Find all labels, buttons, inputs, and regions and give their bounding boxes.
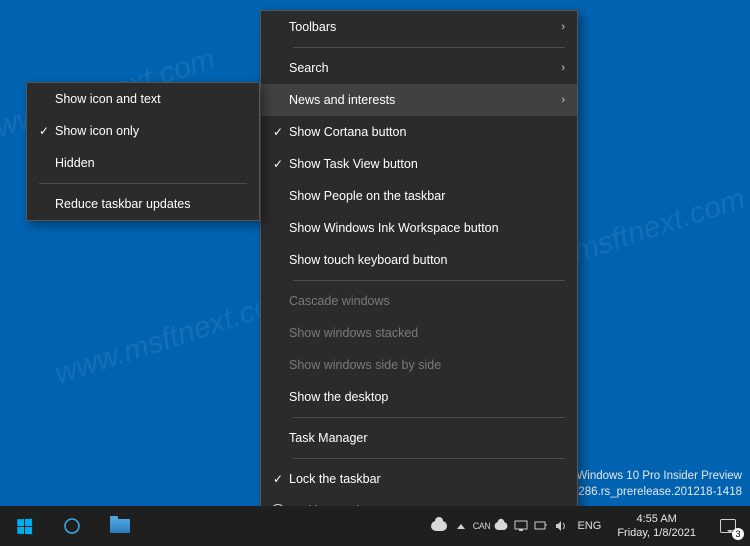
taskbar-menu-item-show-windows-ink-workspace-button[interactable]: Show Windows Ink Workspace button [261, 212, 577, 244]
taskbar-menu-separator [293, 458, 565, 459]
cortana-button[interactable] [48, 506, 96, 546]
taskbar-menu-item-show-the-desktop[interactable]: Show the desktop [261, 381, 577, 413]
taskbar-menu-item-task-manager[interactable]: Task Manager [261, 422, 577, 454]
volume-icon[interactable] [551, 506, 571, 546]
taskbar-menu-separator [293, 280, 565, 281]
menu-item-label: Show windows stacked [289, 326, 565, 340]
weather-widget-icon[interactable] [427, 506, 451, 546]
taskbar-menu-item-lock-the-taskbar[interactable]: ✓Lock the taskbar [261, 463, 577, 495]
menu-item-label: News and interests [289, 93, 551, 107]
taskbar-context-menu: Toolbars›Search›News and interests›✓Show… [260, 10, 578, 528]
taskbar-menu-item-show-windows-side-by-side: Show windows side by side [261, 349, 577, 381]
menu-item-label: Show Windows Ink Workspace button [289, 221, 565, 235]
taskbar-menu-item-show-people-on-the-taskbar[interactable]: Show People on the taskbar [261, 180, 577, 212]
menu-item-label: Task Manager [289, 431, 565, 445]
vm-tools-icon[interactable] [511, 506, 531, 546]
menu-item-label: Show windows side by side [289, 358, 565, 372]
taskbar-menu-item-show-windows-stacked: Show windows stacked [261, 317, 577, 349]
taskbar-menu-item-show-task-view-button[interactable]: ✓Show Task View button [261, 148, 577, 180]
news-submenu-item-show-icon-only[interactable]: ✓Show icon only [27, 115, 259, 147]
tray-overflow-button[interactable] [451, 506, 471, 546]
news-submenu-item-show-icon-and-text[interactable]: Show icon and text [27, 83, 259, 115]
menu-item-label: Show the desktop [289, 390, 565, 404]
news-submenu-item-hidden[interactable]: Hidden [27, 147, 259, 179]
taskbar-menu-item-cascade-windows: Cascade windows [261, 285, 577, 317]
menu-item-label: Reduce taskbar updates [55, 197, 247, 211]
keyboard-layout-icon[interactable]: CAN [471, 506, 491, 546]
taskbar-menu-separator [293, 47, 565, 48]
input-language-indicator[interactable]: ENG [571, 520, 607, 532]
chevron-right-icon: › [551, 94, 565, 106]
chevron-right-icon: › [551, 62, 565, 74]
action-center-button[interactable]: 3 [706, 506, 750, 546]
onedrive-icon[interactable] [491, 506, 511, 546]
menu-item-label: Show icon only [55, 124, 247, 138]
menu-item-label: Show icon and text [55, 92, 247, 106]
file-explorer-button[interactable] [96, 506, 144, 546]
menu-item-label: Show Task View button [289, 157, 565, 171]
notification-badge: 3 [732, 528, 744, 540]
clock-time: 4:55 AM [617, 512, 696, 526]
news-submenu-separator [39, 183, 247, 184]
system-tray: CAN ENG 4:55 AM Friday, 1/8/2021 3 [427, 506, 750, 546]
check-icon: ✓ [33, 124, 55, 138]
check-icon: ✓ [267, 157, 289, 171]
taskbar-menu-item-toolbars[interactable]: Toolbars› [261, 11, 577, 43]
taskbar-menu-item-show-touch-keyboard-button[interactable]: Show touch keyboard button [261, 244, 577, 276]
menu-item-label: Search [289, 61, 551, 75]
taskbar-menu-item-search[interactable]: Search› [261, 52, 577, 84]
chevron-up-icon [457, 524, 465, 529]
menu-item-label: Show touch keyboard button [289, 253, 565, 267]
news-submenu-item-reduce-taskbar-updates[interactable]: Reduce taskbar updates [27, 188, 259, 220]
taskbar-menu-item-show-cortana-button[interactable]: ✓Show Cortana button [261, 116, 577, 148]
chevron-right-icon: › [551, 21, 565, 33]
menu-item-label: Toolbars [289, 20, 551, 34]
taskbar-menu-item-news-and-interests[interactable]: News and interests› [261, 84, 577, 116]
check-icon: ✓ [267, 472, 289, 486]
start-button[interactable] [0, 506, 48, 546]
menu-item-label: Hidden [55, 156, 247, 170]
news-interests-submenu: Show icon and text ✓Show icon only Hidden R… [26, 82, 260, 221]
menu-item-label: Show Cortana button [289, 125, 565, 139]
windows-logo-icon [17, 518, 32, 533]
menu-item-label: Show People on the taskbar [289, 189, 565, 203]
taskbar: CAN ENG 4:55 AM Friday, 1/8/2021 3 [0, 506, 750, 546]
menu-item-label: Cascade windows [289, 294, 565, 308]
network-icon[interactable] [531, 506, 551, 546]
file-explorer-icon [110, 519, 130, 533]
taskbar-menu-separator [293, 417, 565, 418]
clock-date: Friday, 1/8/2021 [617, 526, 696, 540]
taskbar-clock[interactable]: 4:55 AM Friday, 1/8/2021 [607, 512, 706, 540]
check-icon: ✓ [267, 125, 289, 139]
menu-item-label: Lock the taskbar [289, 472, 565, 486]
